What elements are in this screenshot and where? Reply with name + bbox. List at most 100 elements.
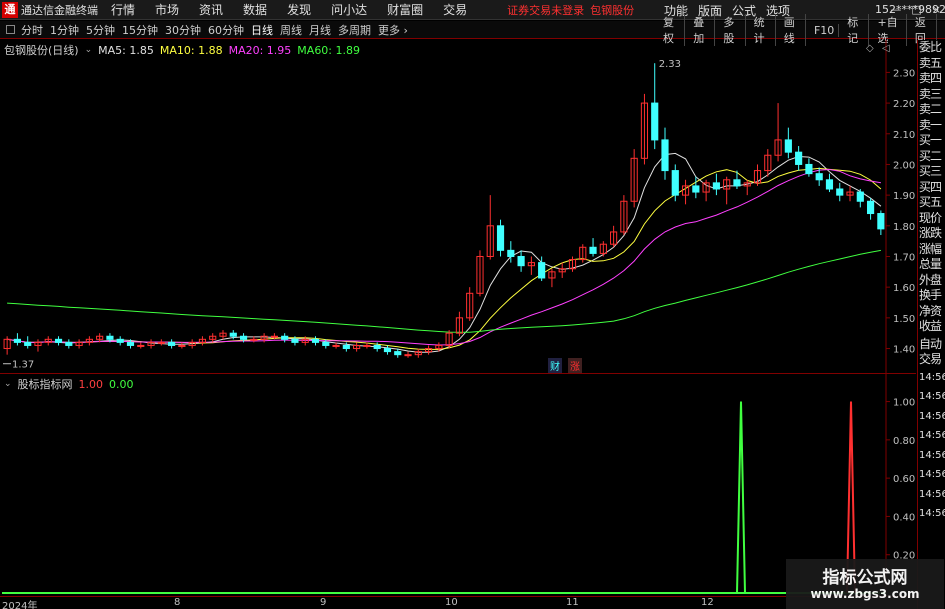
period-tab-2[interactable]: 5分钟 — [86, 22, 115, 38]
quote-field-2: 卖四 — [919, 71, 942, 85]
candle-body-22 — [229, 332, 237, 337]
y-tick-label-1: 1.50 — [893, 314, 915, 325]
quote-field-12: 涨跌 — [919, 226, 942, 240]
stock-name: 包钢股份 — [590, 3, 635, 17]
period-tab-10[interactable]: 更多 › — [378, 22, 408, 38]
menu-item-2[interactable]: 资讯 — [199, 1, 223, 18]
period-tab-1[interactable]: 1分钟 — [50, 22, 79, 38]
event-label-rise[interactable]: 涨 — [568, 358, 582, 373]
candle-body-27 — [281, 335, 289, 340]
event-label-finance[interactable]: 财 — [548, 358, 562, 373]
candle-body-39 — [404, 354, 412, 357]
ma20-legend: MA20: 1.95 — [228, 43, 292, 57]
period-tab-8[interactable]: 月线 — [309, 22, 331, 38]
app-title: 通达信金融终端 — [21, 3, 98, 17]
period-tab-3[interactable]: 15分钟 — [122, 22, 158, 38]
menu-item-4[interactable]: 发现 — [287, 1, 311, 18]
candlestick-chart[interactable]: 2.33 1.37 1.40 1.50 1.60 1.70 1.80 1.90 2.00 2.… — [0, 40, 916, 373]
menu-item-1[interactable]: 市场 — [155, 1, 179, 18]
auto-trade-field-0[interactable]: 自动 — [919, 337, 945, 353]
candle-body-31 — [322, 341, 330, 346]
tick-time-2: 14:56 — [919, 410, 945, 422]
chevron-down-icon[interactable]: ⌄ — [4, 379, 12, 389]
y-tick-label-6: 2.00 — [893, 160, 915, 171]
candle-body-35 — [363, 344, 371, 347]
ma5-legend: MA5: 1.85 — [98, 43, 154, 57]
candle-body-85 — [877, 213, 885, 230]
period-tab-0[interactable]: 分时 — [21, 22, 43, 38]
ma-line-ma20 — [7, 168, 881, 346]
candle-body-83 — [856, 191, 864, 202]
quote-field-14: 总量 — [919, 257, 942, 271]
candle-body-50 — [517, 255, 525, 267]
ind-y-tick-label-3: 0.80 — [893, 436, 915, 447]
menu-item-3[interactable]: 数据 — [243, 1, 267, 18]
candle-body-24 — [250, 338, 258, 341]
candle-body-23 — [239, 335, 248, 340]
toolbar-toggle-icon[interactable] — [6, 25, 15, 34]
tick-time-4: 14:56 — [919, 449, 945, 461]
y-tick-label-2: 1.60 — [893, 283, 915, 294]
watermark-url: www.zbgs3.com — [810, 587, 920, 601]
menu-item-5[interactable]: 问小达 — [331, 1, 367, 18]
period-tab-6[interactable]: 日线 — [251, 22, 273, 38]
y-tick-label-3: 1.70 — [893, 252, 915, 263]
tick-times: 14:56 14:56 14:56 14:56 14:56 14:56 14:56 14:56 — [918, 368, 945, 524]
menu-item-6[interactable]: 财富圈 — [387, 1, 423, 18]
date-label-5: 12 — [701, 597, 714, 608]
quote-field-18: 收益 — [919, 319, 942, 333]
y-tick-label-5: 1.90 — [893, 191, 915, 202]
tick-time-5: 14:56 — [919, 469, 945, 480]
quote-field-5: 卖一 — [919, 117, 942, 132]
chart-tool-5[interactable]: F10 — [814, 23, 840, 37]
candle-body-48 — [496, 225, 505, 251]
quote-field-7: 买二 — [919, 148, 942, 163]
ind-signal-0 — [736, 401, 746, 594]
quote-fields: 委比 卖五 卖四 卖三 卖二 卖一 买一 买二 买三 买四 买五 现价 涨跌 涨幅 总量 外盘 换手 净资 收益 — [918, 40, 945, 335]
login-warning[interactable]: 证券交易未登录 — [507, 2, 584, 18]
app-logo: 通 — [2, 1, 18, 18]
quote-field-10: 买五 — [919, 195, 942, 209]
ma10-legend: MA10: 1.88 — [159, 43, 223, 57]
candle-body-63 — [651, 102, 659, 141]
indicator-value-2: 0.00 — [109, 377, 134, 391]
site-watermark: 指标公式网 www.zbgs3.com — [786, 559, 944, 609]
quote-field-11: 现价 — [919, 210, 942, 225]
low-price-label: 1.37 — [12, 360, 34, 371]
indicator-panel[interactable]: 0.20 0.40 0.60 0.80 1.00 ⌄ 股标指标网 1.00 0.00 — [0, 373, 916, 596]
candle-body-28 — [291, 338, 299, 343]
candle-body-76 — [784, 139, 792, 153]
date-label-2: 9 — [320, 597, 327, 608]
collapse-icon[interactable]: ◁ — [882, 43, 890, 54]
y-tick-label-0: 1.40 — [893, 345, 915, 356]
period-tabs: 分时 1分钟 5分钟 15分钟 30分钟 60分钟 日线 周线 月线 多周期 更多 › — [21, 22, 415, 38]
menu-item-7[interactable]: 交易 — [443, 1, 467, 18]
candle-body-84 — [866, 200, 875, 215]
period-tab-5[interactable]: 60分钟 — [208, 22, 244, 38]
period-tab-7[interactable]: 周线 — [280, 22, 302, 38]
date-label-0: 2024年 — [2, 601, 38, 609]
quote-field-13: 涨幅 — [919, 241, 942, 256]
quote-field-16: 换手 — [919, 288, 942, 302]
quote-field-8: 买三 — [919, 164, 942, 178]
auto-trade-field-1[interactable]: 交易 — [919, 352, 945, 368]
quote-field-17: 净资 — [919, 303, 942, 318]
quote-field-9: 买四 — [919, 179, 942, 194]
period-tab-9[interactable]: 多周期 — [338, 22, 371, 38]
period-tab-4[interactable]: 30分钟 — [165, 22, 201, 38]
candle-body-52 — [538, 262, 546, 279]
candle-body-10 — [106, 335, 114, 340]
tick-time-3: 14:56 — [919, 430, 945, 441]
chart-tools: 复权 叠加 多股 统计 画线 F10 标记 +自选 返回 — [663, 14, 945, 46]
candle-body-38 — [394, 351, 402, 356]
date-label-1: 8 — [174, 597, 181, 608]
candle-body-67 — [692, 185, 700, 193]
menu-item-0[interactable]: 行情 — [111, 1, 135, 18]
tick-time-7: 14:56 — [919, 508, 945, 519]
diamond-icon[interactable]: ◇ — [866, 43, 874, 54]
chevron-down-icon[interactable]: ⌄ — [85, 45, 93, 55]
ind-y-tick-label-1: 0.40 — [893, 512, 915, 523]
ma-line-ma60 — [7, 249, 881, 333]
y-tick-label-7: 2.10 — [893, 130, 915, 141]
tick-time-0: 14:56 — [919, 371, 945, 383]
